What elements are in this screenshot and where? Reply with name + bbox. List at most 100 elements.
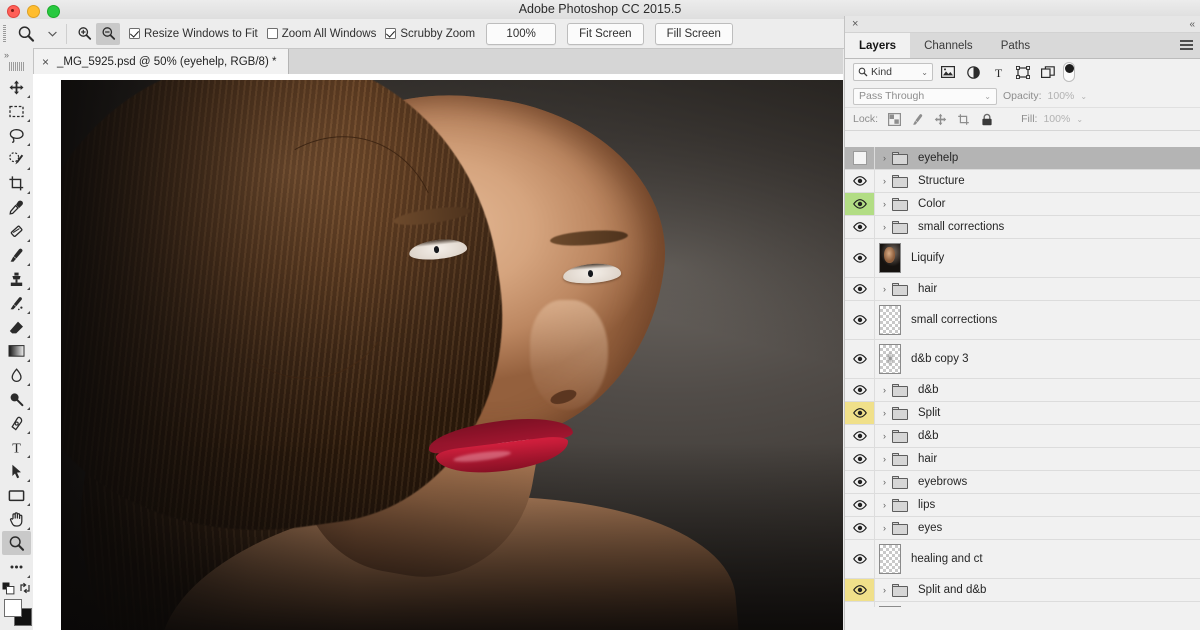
chevron-right-icon[interactable]: › xyxy=(878,500,891,510)
layer-row[interactable]: ›hair xyxy=(845,448,1200,471)
lock-transparent-pixels-icon[interactable] xyxy=(886,111,903,128)
gradient-tool[interactable] xyxy=(2,339,31,363)
resize-windows-to-fit-checkbox[interactable]: Resize Windows to Fit xyxy=(129,28,258,40)
color-swatches[interactable] xyxy=(4,599,30,623)
filter-pixel-icon[interactable] xyxy=(938,63,958,81)
chevron-down-icon[interactable]: ⌄ xyxy=(921,68,928,77)
zoom-tool[interactable] xyxy=(2,531,31,555)
zoom-in-icon[interactable] xyxy=(72,23,96,45)
layer-row[interactable]: Background xyxy=(845,602,1200,607)
layer-visibility-toggle[interactable] xyxy=(845,170,875,192)
fill-screen-button[interactable]: Fill Screen xyxy=(655,23,733,45)
close-icon[interactable]: × xyxy=(42,56,49,68)
dodge-tool[interactable] xyxy=(2,387,31,411)
chevron-right-icon[interactable]: › xyxy=(878,284,891,294)
lock-artboard-nesting-icon[interactable] xyxy=(955,111,972,128)
history-brush-tool[interactable] xyxy=(2,291,31,315)
zoom-all-windows-checkbox[interactable]: Zoom All Windows xyxy=(267,28,377,40)
layer-list[interactable]: ›eyehelp›Structure›Color›small correctio… xyxy=(845,147,1200,607)
chevron-right-icon[interactable]: › xyxy=(878,523,891,533)
zoom-tool-icon[interactable] xyxy=(9,19,43,48)
filter-shape-icon[interactable] xyxy=(1013,63,1033,81)
chevron-right-icon[interactable]: › xyxy=(878,431,891,441)
layer-row[interactable]: ›lips xyxy=(845,494,1200,517)
layer-visibility-toggle[interactable] xyxy=(845,494,875,516)
chevron-right-icon[interactable]: › xyxy=(878,477,891,487)
tab-channels[interactable]: Channels xyxy=(910,33,987,58)
pen-tool[interactable] xyxy=(2,411,31,435)
layer-row[interactable]: ›Color xyxy=(845,193,1200,216)
layer-visibility-toggle-off[interactable] xyxy=(845,147,875,169)
canvas-area[interactable] xyxy=(33,74,843,630)
layer-visibility-toggle[interactable] xyxy=(845,278,875,300)
chevron-right-icon[interactable]: › xyxy=(878,385,891,395)
zoom-out-icon[interactable] xyxy=(96,23,120,45)
layer-visibility-toggle[interactable] xyxy=(845,402,875,424)
chevron-right-icon[interactable]: › xyxy=(878,454,891,464)
blend-mode-select[interactable]: Pass Through ⌄ xyxy=(853,88,997,105)
lasso-tool[interactable] xyxy=(2,123,31,147)
chevron-right-icon[interactable]: › xyxy=(878,153,891,163)
layer-visibility-toggle[interactable] xyxy=(845,517,875,539)
blur-tool[interactable] xyxy=(2,363,31,387)
layer-row[interactable]: ›Split xyxy=(845,402,1200,425)
layer-row[interactable]: ›eyes xyxy=(845,517,1200,540)
layer-row[interactable]: ›d&b xyxy=(845,379,1200,402)
chevron-right-icon[interactable]: › xyxy=(878,585,891,595)
layer-visibility-toggle[interactable] xyxy=(845,193,875,215)
filter-kind-select[interactable]: Kind ⌄ xyxy=(853,63,933,81)
marquee-tool[interactable] xyxy=(2,99,31,123)
quick-selection-tool[interactable] xyxy=(2,147,31,171)
eyedropper-tool[interactable] xyxy=(2,195,31,219)
layer-visibility-toggle[interactable] xyxy=(845,425,875,447)
fit-screen-button[interactable]: Fit Screen xyxy=(567,23,643,45)
opacity-chevron-down-icon[interactable]: ⌄ xyxy=(1080,92,1087,101)
collapse-tools-icon[interactable]: » xyxy=(0,48,33,62)
document-image[interactable] xyxy=(61,80,843,630)
lock-position-icon[interactable] xyxy=(932,111,949,128)
opacity-value[interactable]: 100% xyxy=(1048,90,1075,102)
brush-tool[interactable] xyxy=(2,243,31,267)
tools-panel-grip[interactable] xyxy=(9,62,25,71)
chevron-right-icon[interactable]: › xyxy=(878,176,891,186)
layer-row[interactable]: Liquify xyxy=(845,239,1200,278)
checkbox-box[interactable] xyxy=(267,28,278,39)
rectangle-tool[interactable] xyxy=(2,483,31,507)
layer-visibility-toggle[interactable] xyxy=(845,340,875,378)
chevron-right-icon[interactable]: › xyxy=(878,199,891,209)
collapse-panel-icon[interactable]: « xyxy=(1189,19,1194,30)
panel-menu-icon[interactable] xyxy=(1180,40,1193,50)
eraser-tool[interactable] xyxy=(2,315,31,339)
filter-enable-toggle[interactable] xyxy=(1063,62,1075,82)
fill-chevron-down-icon[interactable]: ⌄ xyxy=(1076,115,1083,124)
chevron-right-icon[interactable]: › xyxy=(878,408,891,418)
layer-thumbnail[interactable] xyxy=(879,606,901,607)
layer-row[interactable]: ›Split and d&b xyxy=(845,579,1200,602)
layer-row[interactable]: d&b copy 3 xyxy=(845,340,1200,379)
layer-thumbnail[interactable] xyxy=(879,243,901,273)
layer-row[interactable]: ›hair xyxy=(845,278,1200,301)
clone-stamp-tool[interactable] xyxy=(2,267,31,291)
layer-row[interactable]: ›eyebrows xyxy=(845,471,1200,494)
tool-preset-chevron-down-icon[interactable] xyxy=(43,19,61,48)
layer-row[interactable]: healing and ct xyxy=(845,540,1200,579)
layer-row[interactable]: small corrections xyxy=(845,301,1200,340)
fill-value[interactable]: 100% xyxy=(1043,113,1070,125)
layer-row[interactable]: ›Structure xyxy=(845,170,1200,193)
close-icon[interactable]: × xyxy=(852,19,858,30)
layer-visibility-toggle[interactable] xyxy=(845,301,875,339)
lock-image-pixels-icon[interactable] xyxy=(909,111,926,128)
layer-visibility-toggle[interactable] xyxy=(845,540,875,578)
layer-row[interactable]: ›eyehelp xyxy=(845,147,1200,170)
layer-visibility-toggle[interactable] xyxy=(845,216,875,238)
zoom-100-percent-button[interactable]: 100% xyxy=(486,23,556,45)
layer-thumbnail[interactable] xyxy=(879,544,901,574)
scrubby-zoom-checkbox[interactable]: Scrubby Zoom xyxy=(385,28,475,40)
layer-row[interactable]: ›small corrections xyxy=(845,216,1200,239)
options-bar-grip[interactable] xyxy=(0,19,9,48)
filter-adjustment-icon[interactable] xyxy=(963,63,983,81)
layer-visibility-toggle[interactable] xyxy=(845,239,875,277)
layer-thumbnail[interactable] xyxy=(879,305,901,335)
hand-tool[interactable] xyxy=(2,507,31,531)
checkbox-box[interactable] xyxy=(385,28,396,39)
